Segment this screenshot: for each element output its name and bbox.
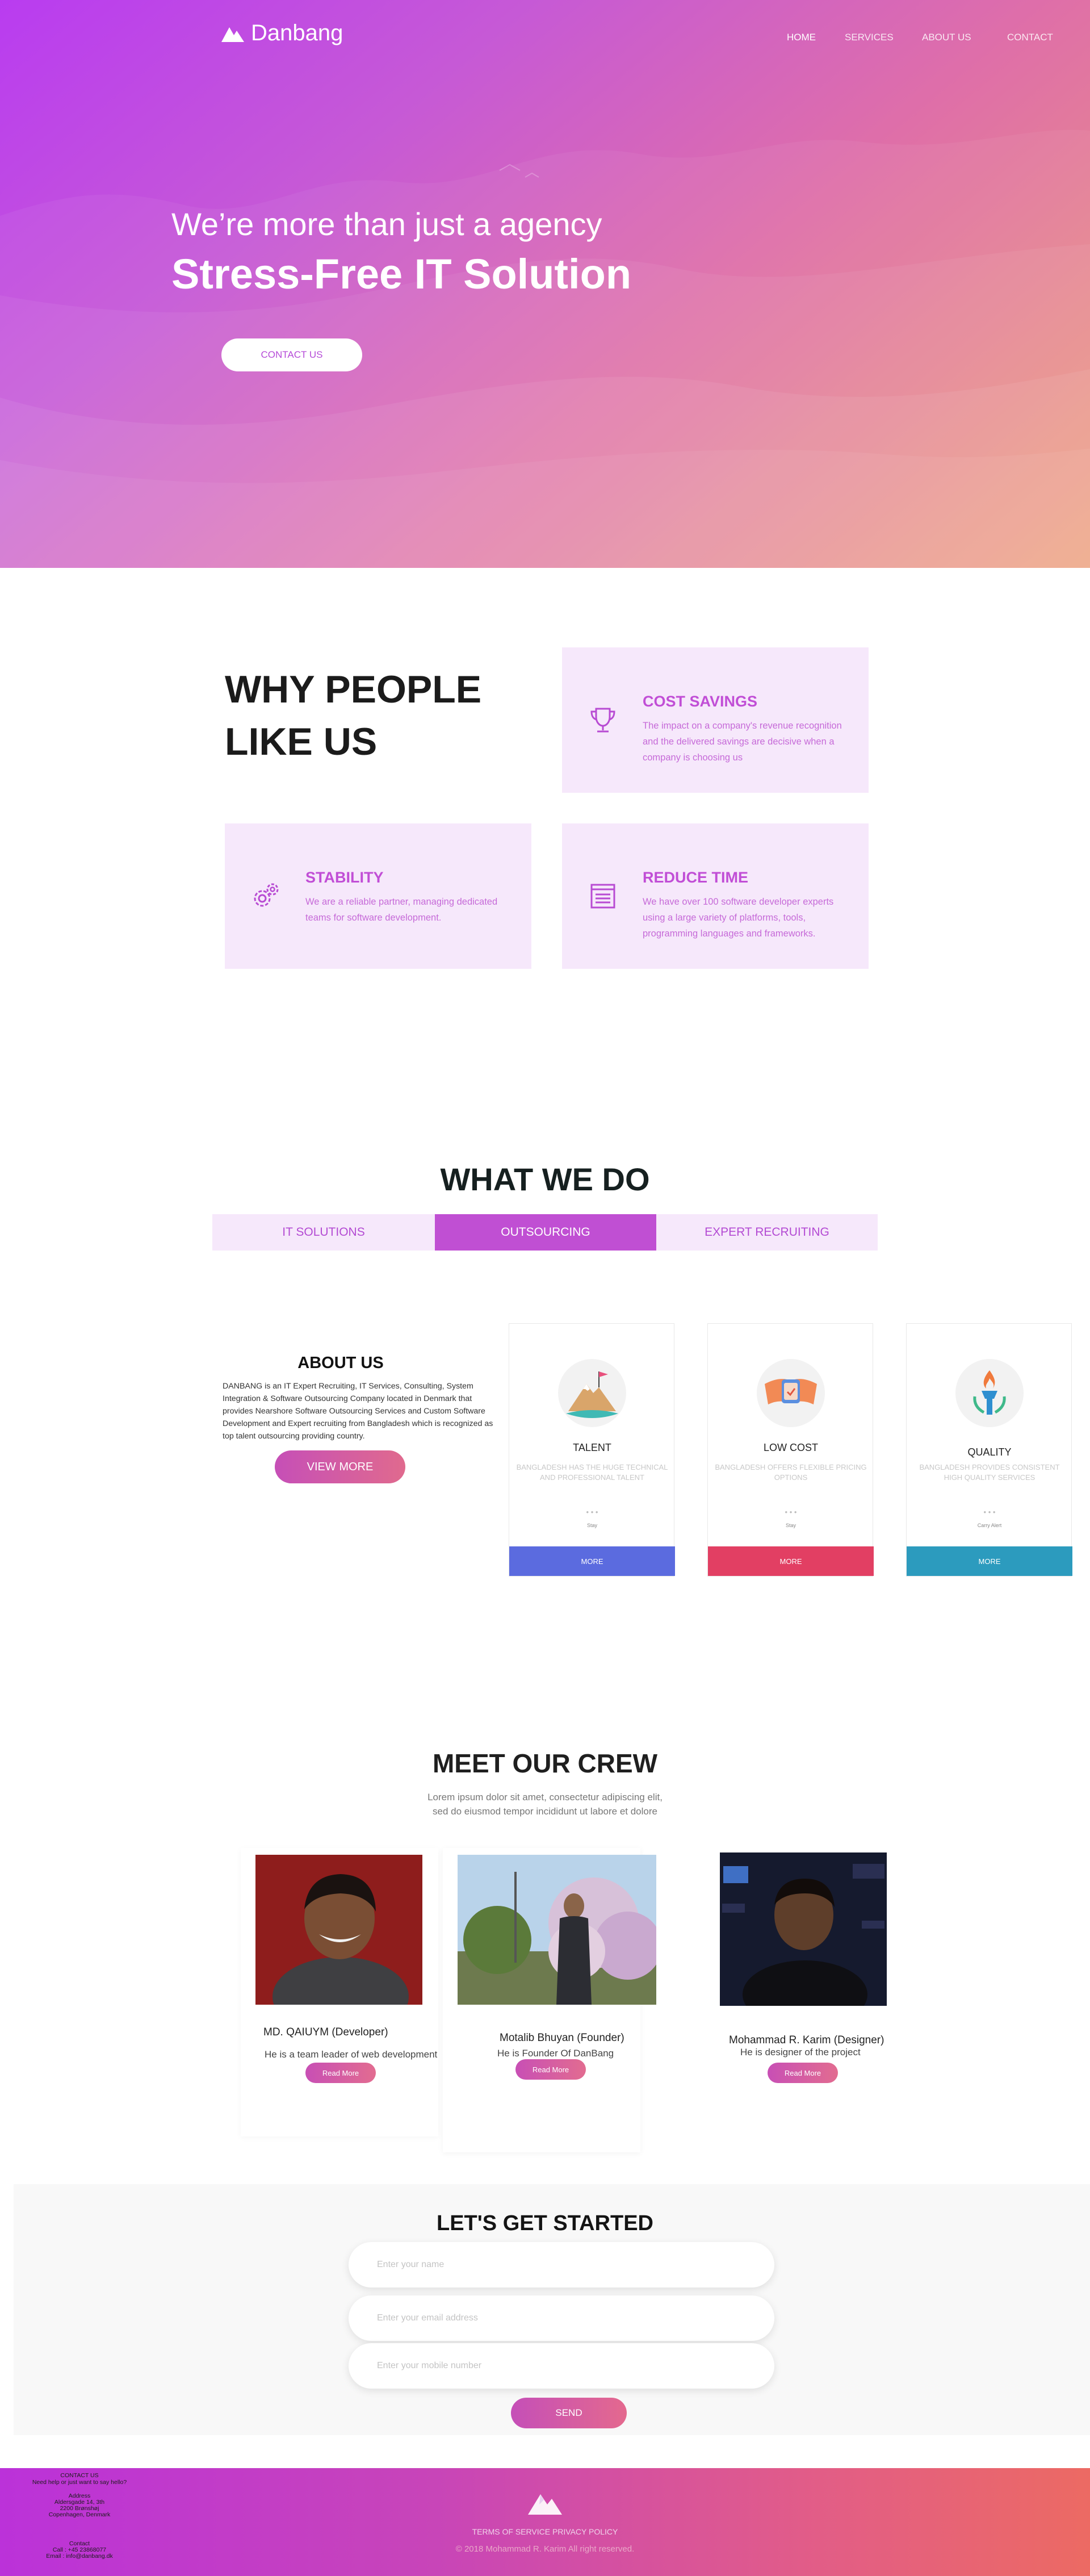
mobile-input[interactable] — [349, 2343, 774, 2389]
nav-contact[interactable]: CONTACT — [1007, 32, 1053, 43]
footer: CONTACT US Need help or just want to say… — [0, 2468, 1090, 2576]
view-more-button[interactable]: VIEW MORE — [275, 1450, 405, 1483]
feature-card-low-cost: LOW COST BANGLADESH OFFERS FLEXIBLE PRIC… — [707, 1323, 874, 1576]
feature-card-quality: QUALITY BANGLADESH PROVIDES CONSISTENT H… — [906, 1323, 1072, 1576]
brand-logo[interactable]: Danbang — [221, 20, 343, 46]
more-button[interactable]: MORE — [509, 1546, 675, 1576]
feature-title: TALENT — [573, 1442, 611, 1453]
trophy-icon — [590, 708, 615, 733]
contact-us-button[interactable]: CONTACT US — [221, 338, 362, 371]
crew-name-2: Motalib Bhuyan (Founder) — [500, 2032, 624, 2044]
hero-title: Stress-Free IT Solution — [171, 250, 632, 298]
feature-card-cost-savings: COST SAVINGS The impact on a company's r… — [562, 647, 869, 793]
footer-email[interactable]: Email : info@danbang.dk — [34, 2553, 125, 2560]
read-more-button-1[interactable]: Read More — [305, 2063, 376, 2083]
crew-title: MEET OUR CREW — [432, 1749, 658, 1778]
gears-icon — [254, 883, 279, 907]
nav-services[interactable]: SERVICES — [845, 32, 894, 43]
card-title: COST SAVINGS — [643, 693, 758, 710]
about-title: ABOUT US — [297, 1354, 384, 1372]
tab-expert-recruiting[interactable]: EXPERT RECRUITING — [656, 1214, 878, 1251]
card-title: STABILITY — [305, 869, 384, 886]
feature-dots: • • • — [785, 1508, 797, 1516]
name-input[interactable] — [349, 2242, 774, 2288]
crew-desc-1: He is a team leader of web development — [265, 2049, 438, 2060]
feature-title: LOW COST — [763, 1442, 818, 1453]
why-title-line2: LIKE US — [225, 720, 378, 763]
read-more-button-3[interactable]: Read More — [768, 2063, 838, 2083]
feature-card-talent: TALENT BANGLADESH HAS THE HUGE TECHNICAL… — [509, 1323, 675, 1576]
more-button[interactable]: MORE — [708, 1546, 874, 1576]
about-text: DANBANG is an IT Expert Recruiting, IT S… — [223, 1382, 493, 1441]
why-title-line1: WHY PEOPLE — [225, 668, 482, 711]
mountain-logo-icon — [528, 2494, 562, 2515]
feature-small-text: Stay — [586, 1523, 597, 1528]
list-icon — [590, 884, 615, 909]
crew-description: Lorem ipsum dolor sit amet, consectetur … — [0, 1790, 1090, 1818]
feature-card-stability: STABILITY We are a reliable partner, man… — [225, 823, 531, 969]
more-button[interactable]: MORE — [907, 1546, 1072, 1576]
tab-outsourcing[interactable]: OUTSOURCING — [435, 1214, 656, 1251]
read-more-button-2[interactable]: Read More — [515, 2059, 586, 2080]
feature-text: BANGLADESH OFFERS FLEXIBLE PRICING OPTIO… — [715, 1463, 867, 1482]
feature-text: BANGLADESH PROVIDES CONSISTENT HIGH QUAL… — [919, 1463, 1060, 1482]
footer-copyright: © 2018 Mohammad R. Karim All right reser… — [455, 2544, 635, 2554]
person-press-photo-icon — [720, 1852, 887, 2006]
feature-small-text: Stay — [785, 1523, 796, 1528]
card-text: The impact on a company's revenue recogn… — [643, 721, 842, 763]
crew-name-1: MD. QAIUYM (Developer) — [263, 2026, 388, 2038]
footer-contact-help: Need help or just want to say hello? — [32, 2479, 127, 2486]
feature-text: BANGLADESH HAS THE HUGE TECHNICAL AND PR… — [516, 1463, 668, 1482]
feature-small-text: Carry Alert — [977, 1523, 1002, 1528]
contact-title: LET'S GET STARTED — [436, 2211, 653, 2235]
crew-text-line1: Lorem ipsum dolor sit amet, consectetur … — [427, 1792, 663, 1803]
nav-home[interactable]: HOME — [787, 32, 816, 43]
nav-about-us[interactable]: ABOUT US — [922, 32, 971, 43]
crew-name-3: Mohammad R. Karim (Designer) — [729, 2034, 884, 2046]
crew-photo-2 — [458, 1855, 656, 2005]
feature-title: QUALITY — [967, 1446, 1012, 1458]
brand-name: Danbang — [251, 20, 343, 45]
hero-subtitle: We’re more than just a agency — [171, 206, 602, 242]
crew-desc-2: He is Founder Of DanBang — [497, 2048, 614, 2059]
footer-links[interactable]: TERMS OF SERVICE PRIVACY POLICY — [0, 2527, 1090, 2536]
feature-dots: • • • — [586, 1508, 598, 1516]
card-text: We have over 100 software developer expe… — [643, 897, 834, 939]
why-section-title: WHY PEOPLE LIKE US — [225, 663, 481, 768]
mountain-flag-icon — [558, 1359, 626, 1427]
wallet-icon — [757, 1359, 825, 1427]
crew-photo-1 — [255, 1855, 422, 2005]
card-title: REDUCE TIME — [643, 869, 749, 886]
torch-icon — [955, 1359, 1024, 1427]
person-garden-photo-icon — [458, 1855, 656, 2005]
crew-photo-3 — [720, 1852, 887, 2006]
crew-text-line2: sed do eiusmod tempor incididunt ut labo… — [433, 1806, 657, 1817]
card-text: We are a reliable partner, managing dedi… — [305, 897, 498, 923]
footer-address-line3: Copenhagen, Denmark — [48, 2511, 111, 2518]
hero-section: Danbang HOME SERVICES ABOUT US CONTACT W… — [0, 0, 1090, 568]
footer-contact-title: CONTACT US — [60, 2472, 99, 2479]
send-button[interactable]: SEND — [511, 2398, 627, 2428]
person-portrait-icon — [255, 1855, 422, 2005]
what-we-do-title: WHAT WE DO — [440, 1161, 650, 1197]
tab-it-solutions[interactable]: IT SOLUTIONS — [212, 1214, 435, 1251]
email-input[interactable] — [349, 2295, 774, 2341]
feature-card-reduce-time: REDUCE TIME We have over 100 software de… — [562, 823, 869, 969]
crew-desc-3: He is designer of the project — [740, 2047, 861, 2058]
mountain-logo-icon — [221, 27, 244, 42]
feature-dots: • • • — [983, 1508, 996, 1516]
